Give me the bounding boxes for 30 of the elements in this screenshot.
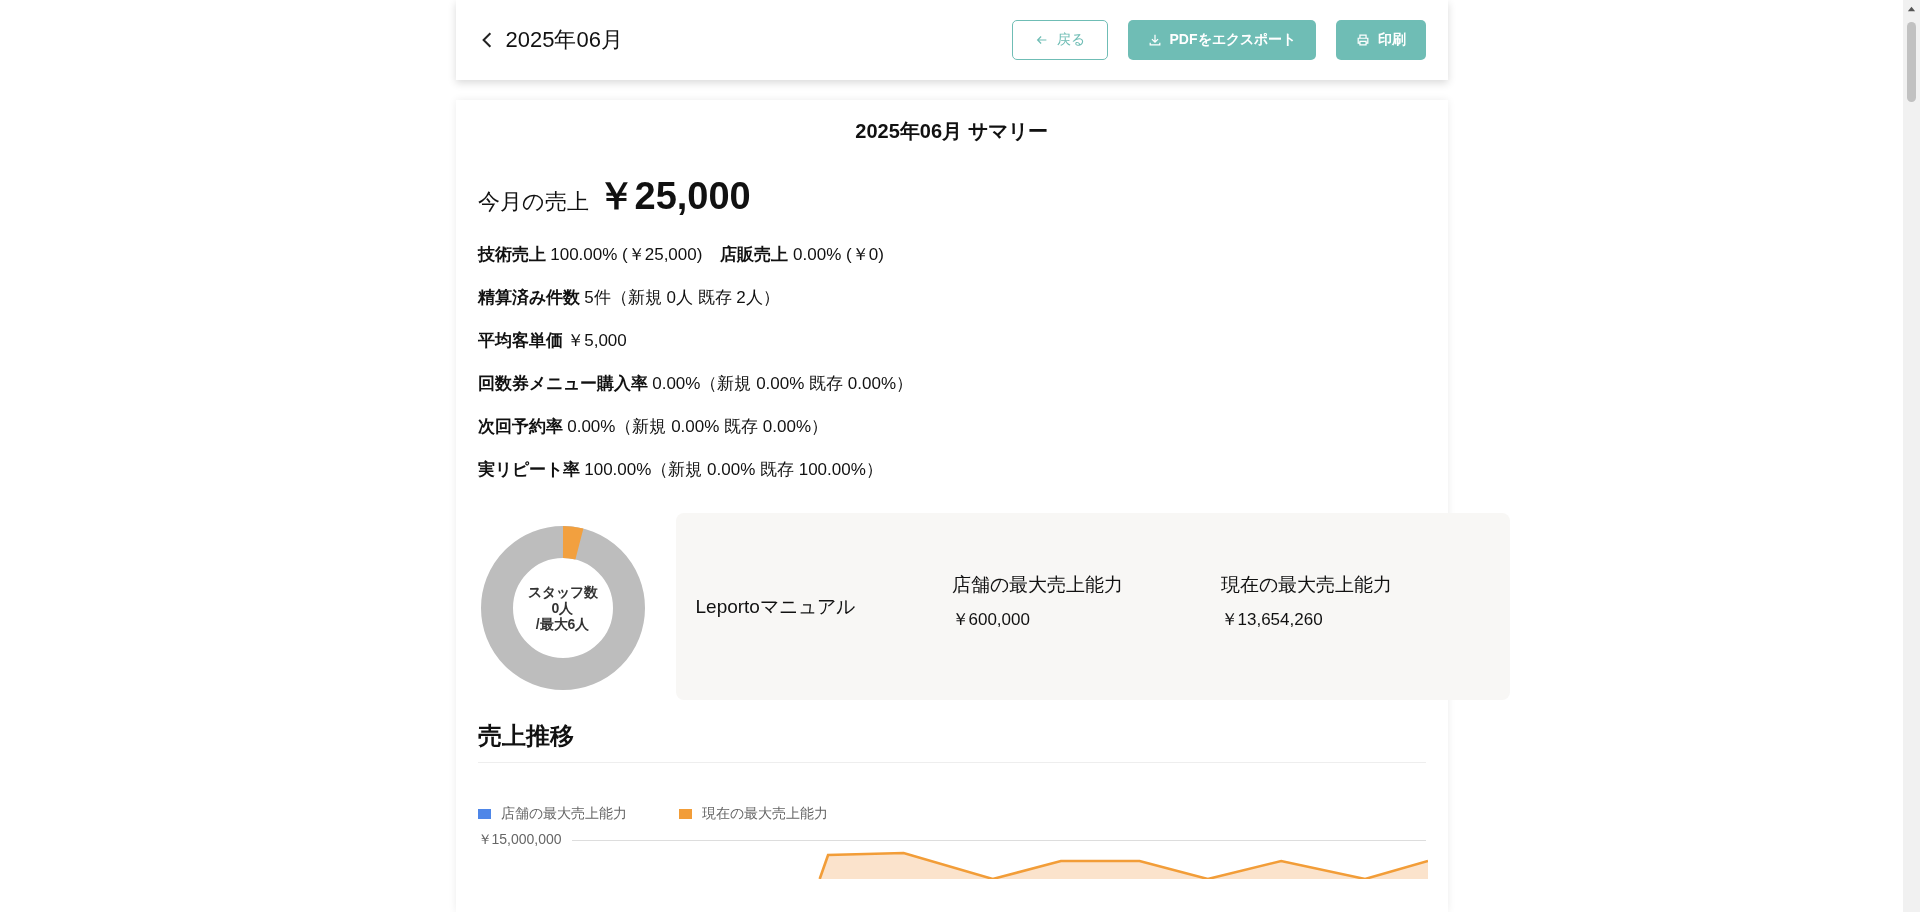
metric-text: 実リピート率 100.00%（新規 0.00% 既存 100.00%） [477,459,883,481]
capacity-label: 店舗の最大売上能力 [951,573,1124,597]
scroll-thumb[interactable] [1907,22,1916,102]
scrollbar[interactable] [1903,0,1920,912]
metric-text: 精算済み件数 5件（新規 0人 既存 2人） [477,287,780,309]
legend-label: 現在の最大売上能力 [701,805,828,823]
sales-amount: ￥25,000 [596,174,751,219]
staff-count-label: スタッフ数 0人 /最大6人 [527,584,598,632]
summary-title: 2025年06月 サマリー [854,119,1049,144]
capacity-value: ￥13,654,260 [1220,609,1324,631]
arrow-left-icon [1034,33,1049,47]
export-button[interactable]: PDFをエクスポート [1127,20,1316,60]
scroll-up-icon[interactable] [1907,5,1916,14]
sales-label: 今月の売上 [477,188,589,216]
page-title: 2025年06月 [505,26,623,54]
capacity-label: 現在の最大売上能力 [1220,573,1393,597]
axis-tick-label: ￥15,000,000 [477,831,562,849]
capacity-value: ￥600,000 [951,609,1031,631]
print-button[interactable]: 印刷 [1335,20,1426,60]
metric-text: 店販売上 0.00% (￥0) [720,244,884,266]
manual-name: Leportoマニュアル [695,594,856,619]
back-button[interactable]: 戻る [1011,20,1108,60]
legend-label: 店舗の最大売上能力 [500,805,627,823]
metric-text: 平均客単価 ￥5,000 [477,330,627,352]
section-title: 売上推移 [477,720,1426,763]
metric-text: 技術売上 100.00% (￥25,000) [477,244,703,266]
metric-text: 次回予約率 0.00%（新規 0.00% 既存 0.00%） [477,416,828,438]
printer-icon [1355,33,1370,47]
download-icon [1147,33,1162,47]
metric-text: 回数券メニュー購入率 0.00%（新規 0.00% 既存 0.00%） [477,373,913,395]
